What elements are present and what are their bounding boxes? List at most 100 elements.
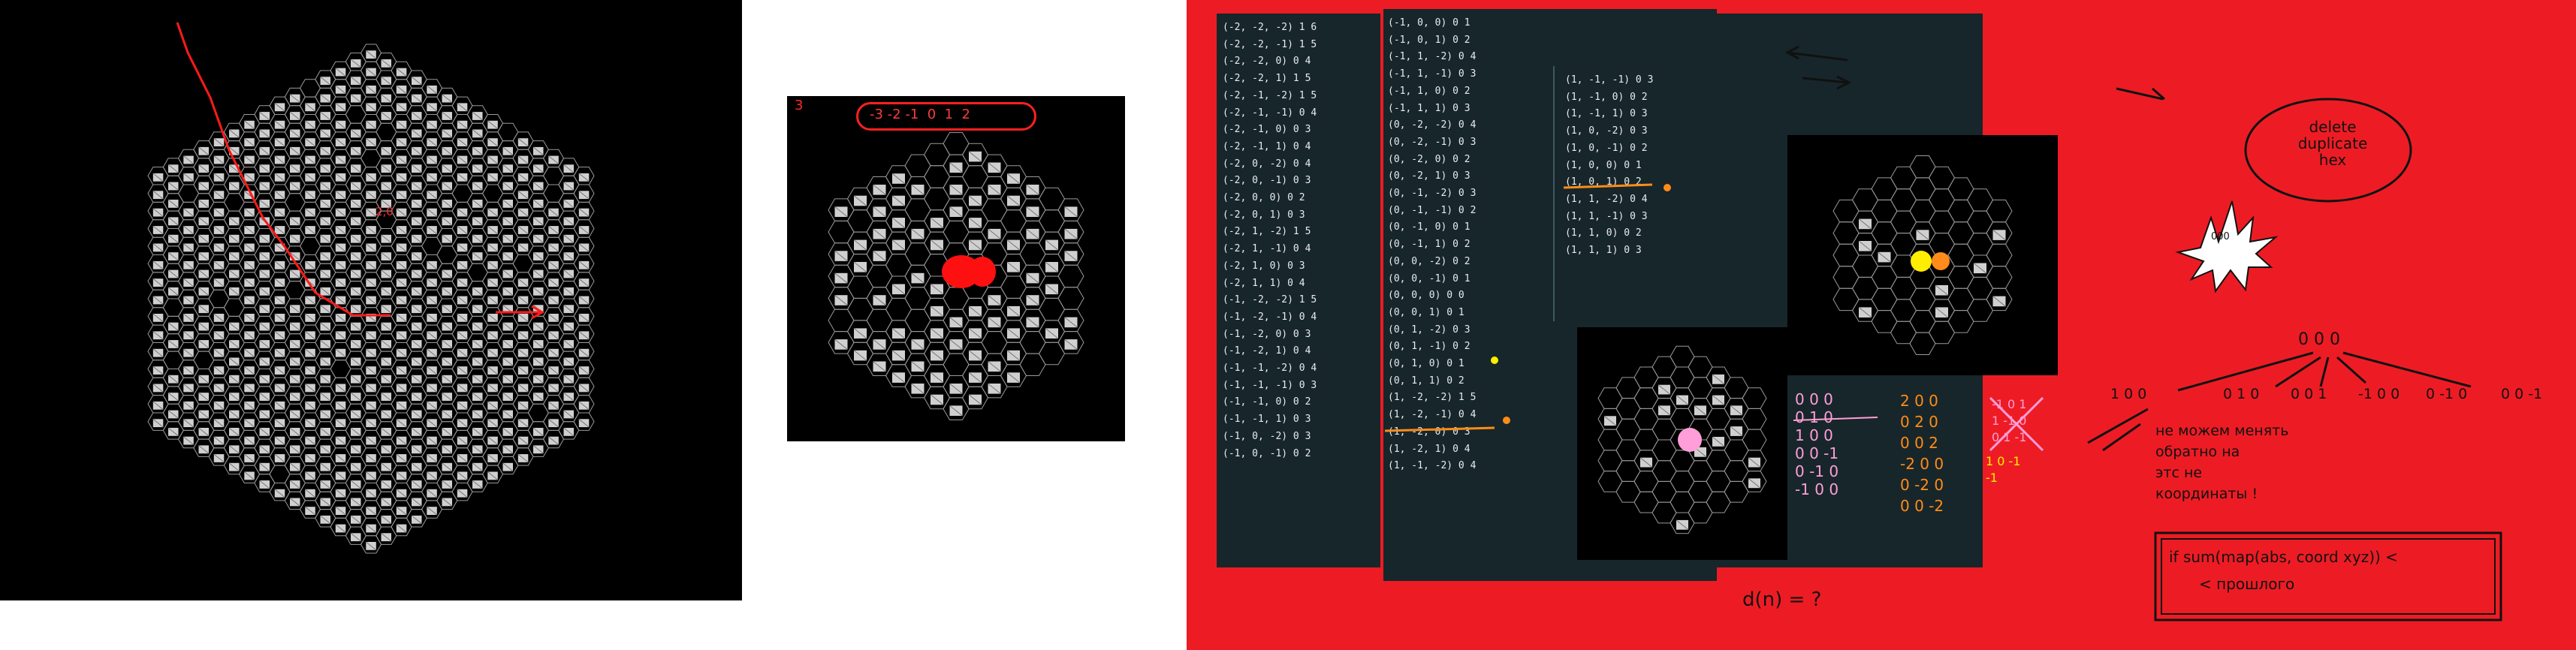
hexagon-icon — [1832, 287, 1860, 311]
hexagon-icon — [1947, 266, 1974, 289]
hexagon-icon — [1057, 264, 1084, 288]
hexagon-icon — [923, 187, 951, 211]
hexagon-icon — [885, 254, 912, 277]
hexagon-icon — [284, 281, 306, 299]
hexagon-icon — [1633, 387, 1659, 409]
hexagon-icon — [1706, 491, 1731, 513]
center-hex-marker — [1911, 251, 1932, 272]
hexagon-icon — [162, 351, 184, 369]
hexagon-icon — [1670, 345, 1695, 368]
triple: 0 0 0 — [1795, 390, 1833, 408]
hexagon-icon — [1909, 155, 1936, 179]
bubble-text: delete duplicate hex — [2280, 119, 2385, 168]
hexagon-icon — [299, 79, 321, 98]
triple: -1 0 1 — [1992, 397, 2027, 411]
dir-label: 0 1 0 — [2223, 386, 2260, 402]
hexagon-icon — [1986, 199, 2013, 223]
hexagon-icon — [1633, 408, 1659, 430]
triple: 1 -1 0 — [1992, 414, 2027, 428]
hexagon-icon — [177, 184, 200, 203]
hexagon-icon — [421, 236, 443, 255]
hexagon-icon — [1615, 439, 1641, 462]
hexagon-icon — [1851, 188, 1879, 212]
hex-grid-panel-large: 2,0 — [0, 0, 742, 600]
hexagon-icon — [269, 465, 291, 483]
hexagon-icon — [828, 308, 855, 333]
hexagon-icon — [1670, 491, 1695, 513]
hexagon-icon — [1947, 310, 1974, 333]
hexagon-icon — [1724, 480, 1749, 503]
hexagon-icon — [1890, 320, 1917, 345]
triple: 2 0 0 — [1900, 392, 1938, 410]
hexagon-icon — [1670, 450, 1695, 472]
note-line: этс не — [2155, 465, 2203, 481]
triples-pink: 0 0 0 0 1 0 1 0 0 0 0 -1 0 -1 0 -1 0 0 — [1795, 390, 1838, 498]
hexagon-icon — [961, 275, 989, 299]
center-label: 000 — [943, 269, 961, 280]
triple: 0 1 -1 — [1992, 430, 2027, 444]
hexagon-icon — [330, 360, 351, 378]
axis-label: -3 -2 -1 0 1 2 — [870, 107, 970, 122]
hexagon-icon — [1597, 450, 1623, 472]
hexagon-icon — [1832, 266, 1860, 289]
hexagon-icon — [981, 242, 1008, 266]
hex-panel-right — [1787, 135, 2058, 375]
hexagon-icon — [1000, 275, 1027, 299]
page-number: 3 — [795, 98, 804, 113]
hexagon-icon — [1633, 366, 1659, 389]
hexagon-icon — [1909, 199, 1936, 223]
triples-crossed: -1 0 1 1 -1 0 0 1 -1 — [1992, 396, 2026, 446]
hexagon-icon — [1651, 501, 1677, 524]
neighbor-hex-marker — [1932, 252, 1950, 270]
triple: 0 0 2 — [1900, 434, 1938, 452]
hexagon-icon — [497, 122, 519, 142]
hexagon-icon — [1057, 287, 1084, 310]
left-panel-note: 2,0 — [376, 205, 394, 218]
hexagon-icon — [1947, 199, 1974, 223]
hexagon-icon — [1928, 210, 1956, 234]
triple: 0 2 0 — [1900, 413, 1938, 431]
hexagon-icon — [943, 353, 970, 376]
hexagon-icon — [481, 184, 504, 203]
hex-grid-right — [1832, 155, 2013, 355]
dir-label: -1 0 0 — [2358, 386, 2400, 402]
hexagon-icon — [1597, 471, 1623, 492]
hexagon-icon — [981, 331, 1008, 354]
zero-label: 0 0 0 — [2298, 330, 2340, 349]
hexagon-icon — [1615, 377, 1641, 399]
hexagon-icon — [1706, 408, 1731, 430]
hexagon-icon — [846, 297, 874, 321]
hexagon-icon — [961, 165, 989, 188]
hexagon-icon — [904, 198, 931, 221]
hexagon-icon — [1651, 480, 1677, 503]
note-line: обратно на — [2155, 444, 2240, 460]
hexagon-icon — [1832, 243, 1860, 267]
hexagon-icon — [1670, 408, 1695, 430]
hexagon-icon — [223, 298, 245, 317]
triple: 1 0 -1 — [1986, 454, 2021, 468]
hexagon-icon — [527, 403, 549, 423]
hexagon-icon — [1890, 188, 1917, 212]
burst-label: 000 — [2211, 231, 2230, 242]
hexagon-icon — [1890, 276, 1917, 300]
dir-label: 0 0 1 — [2291, 386, 2327, 402]
note-line: координаты ! — [2155, 486, 2258, 502]
hex-grid-large — [147, 44, 595, 554]
hexagon-icon — [1038, 297, 1066, 321]
triple: 0 -2 0 — [1900, 476, 1944, 494]
hexagon-icon — [923, 143, 951, 167]
hexagon-icon — [360, 149, 382, 168]
hexagon-icon — [1871, 266, 1898, 289]
hexagon-icon — [1615, 480, 1641, 503]
hexagon-icon — [1724, 439, 1749, 462]
triple: 0 0 -2 — [1900, 497, 1944, 515]
hexagon-icon — [904, 308, 931, 333]
hexagon-icon — [1966, 210, 1994, 234]
hexagon-icon — [1871, 287, 1898, 311]
note-line: if sum(map(abs, coord xyz)) < — [2169, 548, 2398, 566]
hexagon-icon — [1019, 331, 1046, 354]
hexagon-icon — [846, 209, 874, 233]
triple: 0 1 0 — [1795, 408, 1833, 426]
hexagon-icon — [1633, 429, 1659, 451]
dir-label: 0 0 -1 — [2501, 386, 2543, 402]
